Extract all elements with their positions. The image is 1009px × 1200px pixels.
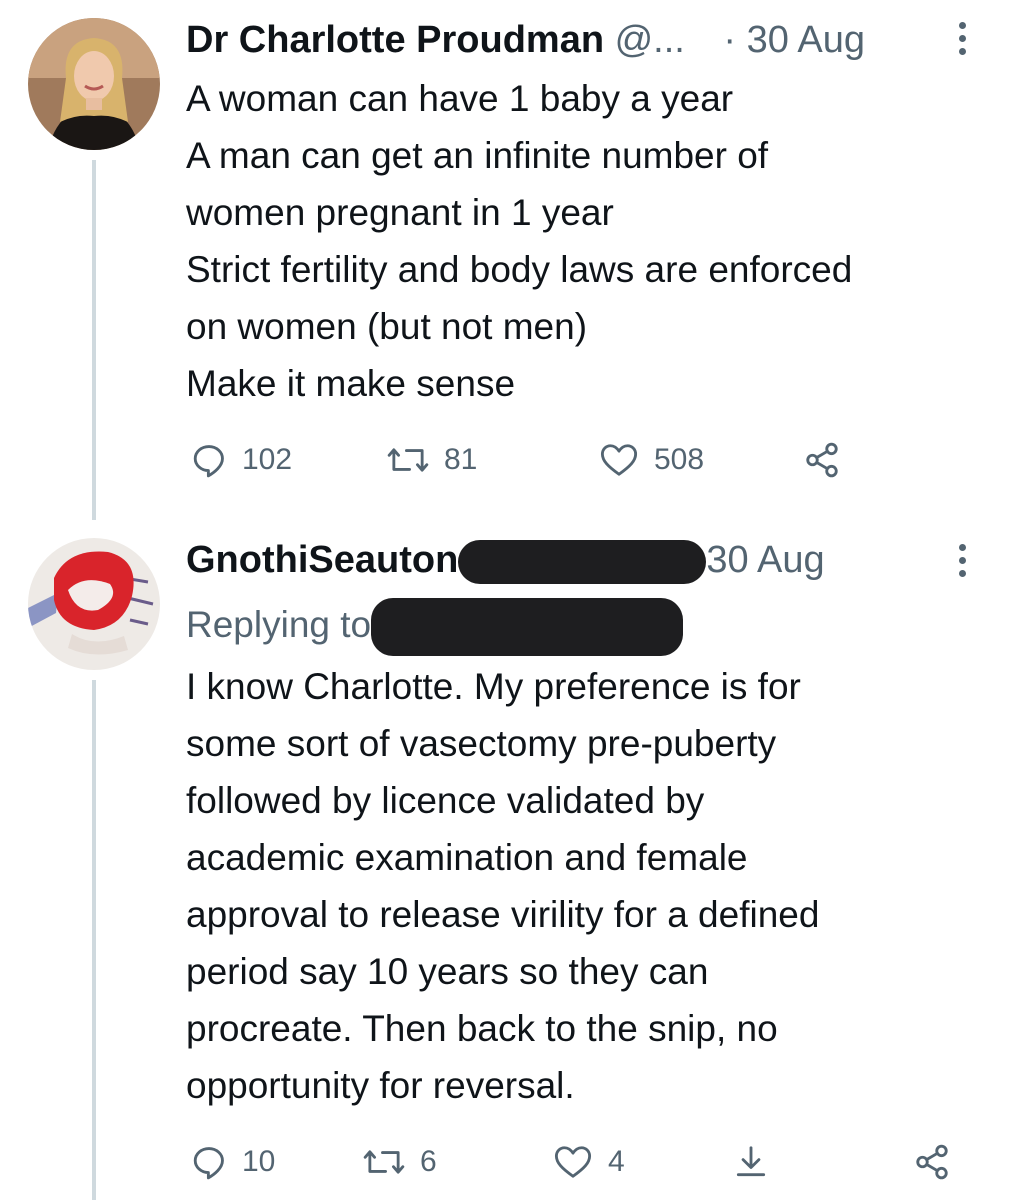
tweet-text: A woman can have 1 baby a year A man can… [186,78,853,404]
reply-button[interactable]: 10 [190,1140,275,1184]
tweet-1[interactable]: Dr Charlotte Proudman @... · 30 Aug A wo… [0,0,1009,520]
redacted-reply-target [371,598,684,656]
author-name[interactable]: GnothiSeauton [186,539,458,581]
retweet-button[interactable]: 81 [386,438,477,482]
tweet-header: Dr Charlotte Proudman @... · 30 Aug [186,18,865,62]
download-icon [736,1146,766,1177]
like-icon [554,1146,592,1178]
tweet-2[interactable]: GnothiSeauton 30 Aug Replying to I know C… [0,520,1009,1200]
download-button[interactable] [732,1140,770,1184]
tweet-date[interactable]: 30 Aug [747,19,865,61]
share-button[interactable] [802,438,842,482]
like-icon [600,444,638,476]
retweet-button[interactable]: 6 [362,1140,437,1184]
share-icon [916,1144,948,1180]
tweet-actions: 102 81 508 [186,438,966,482]
author-name[interactable]: Dr Charlotte Proudman [186,19,604,61]
more-options-icon[interactable] [957,22,967,55]
redacted-handle [458,539,707,584]
reply-button[interactable]: 102 [190,438,292,482]
replying-label: Replying to [186,603,372,645]
more-options-icon[interactable] [957,544,967,577]
retweet-count: 6 [420,1145,437,1178]
retweet-icon [387,448,429,472]
author-avatar[interactable] [28,18,160,150]
tweet-header: GnothiSeauton 30 Aug [186,538,825,584]
retweet-icon [363,1150,405,1174]
reply-count: 10 [242,1145,276,1178]
like-count: 4 [608,1145,625,1178]
author-handle[interactable]: @... [615,19,685,61]
separator-dot: · [723,19,737,61]
retweet-count: 81 [444,443,478,476]
author-avatar[interactable] [28,538,160,670]
tweet-date[interactable]: 30 Aug [706,539,824,581]
replying-to: Replying to [186,598,684,656]
thread-line [92,160,96,520]
thread-line [92,680,96,1200]
like-button[interactable]: 508 [598,438,704,482]
like-button[interactable]: 4 [552,1140,625,1184]
reply-count: 102 [242,443,293,476]
like-count: 508 [654,443,705,476]
reply-icon [193,1147,224,1180]
reply-icon [193,445,224,478]
tweet-text: I know Charlotte. My preference is for s… [186,666,820,1106]
share-icon [806,442,838,478]
tweet-actions: 10 6 4 [186,1140,966,1184]
share-button[interactable] [912,1140,952,1184]
